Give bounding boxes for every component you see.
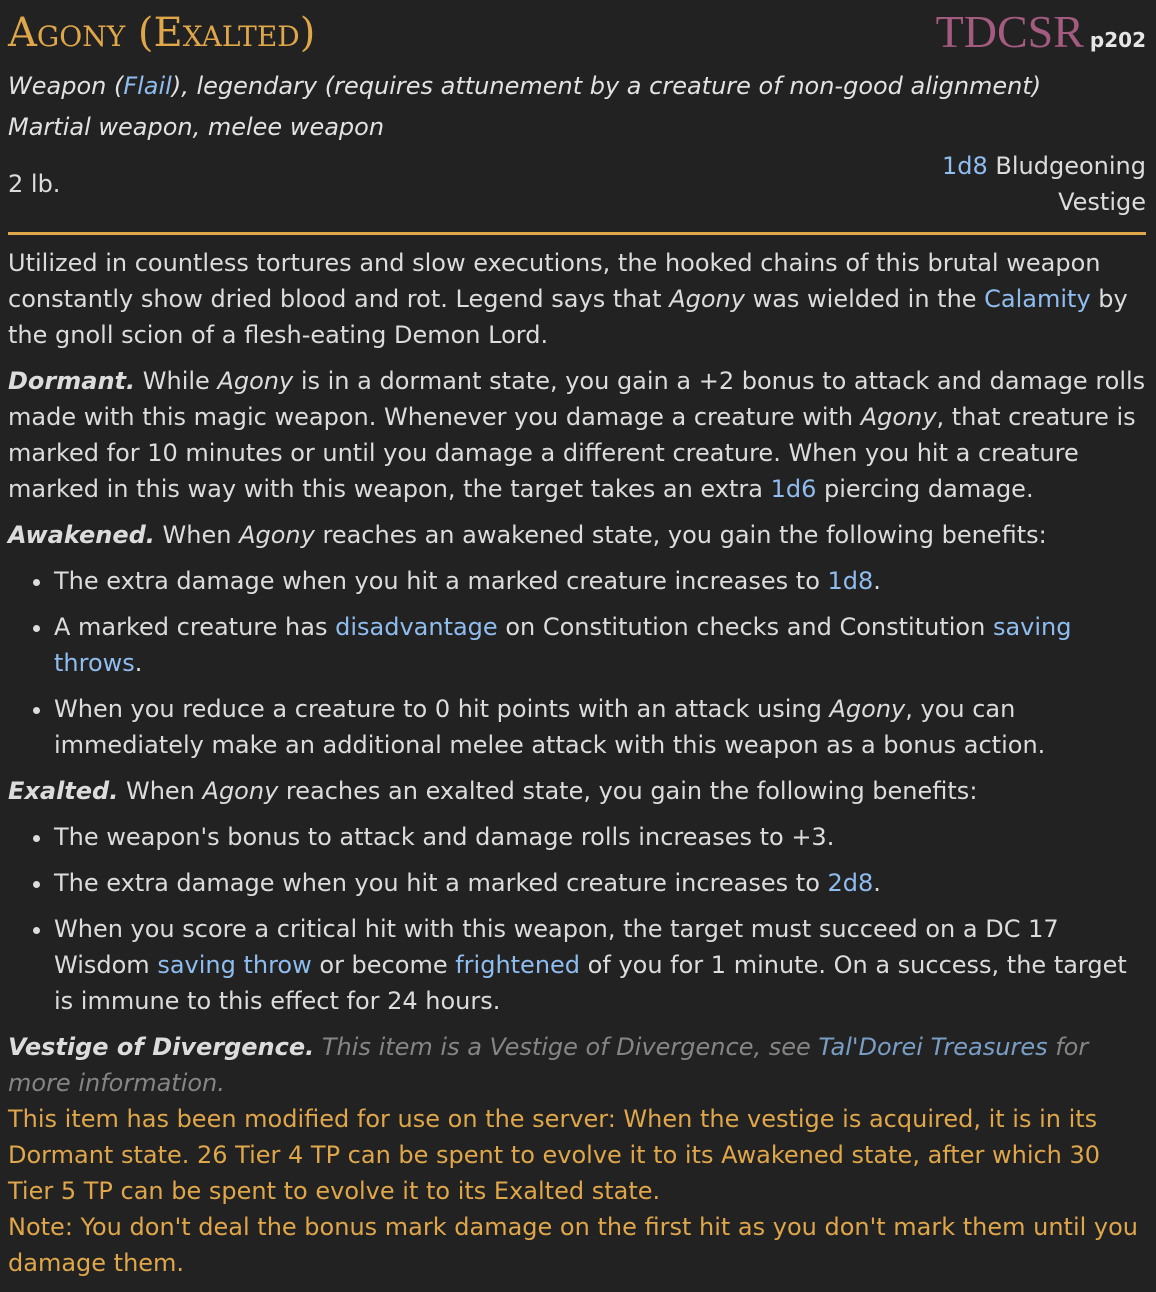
item-property: Vestige bbox=[1058, 188, 1146, 216]
exalted-heading: Exalted. bbox=[8, 777, 119, 805]
flail-link[interactable]: Flail bbox=[123, 72, 172, 100]
dice-1d6-link[interactable]: 1d6 bbox=[771, 475, 817, 503]
list-item: The extra damage when you hit a marked c… bbox=[54, 865, 1146, 901]
awakened-heading: Awakened. bbox=[8, 521, 155, 549]
frightened-link[interactable]: frightened bbox=[455, 951, 580, 979]
rarity-text: ), legendary (requires attunement by a c… bbox=[171, 72, 1042, 100]
type-text: Weapon ( bbox=[8, 72, 124, 100]
intro-paragraph: Utilized in countless tortures and slow … bbox=[8, 249, 1128, 349]
list-item: The weapon's bonus to attack and damage … bbox=[54, 819, 1146, 855]
item-category-line: Martial weapon, melee weapon bbox=[8, 113, 385, 141]
dice-1d8-link[interactable]: 1d8 bbox=[828, 567, 874, 595]
list-item: A marked creature has disadvantage on Co… bbox=[54, 609, 1146, 681]
awakened-benefits-list: The extra damage when you hit a marked c… bbox=[8, 563, 1146, 763]
damage-line: 1d8 Bludgeoning bbox=[942, 148, 1146, 184]
saving-throw-link[interactable]: saving throw bbox=[157, 951, 311, 979]
damage-type: Bludgeoning bbox=[995, 152, 1146, 180]
item-header: Agony (Exalted) TDCSR p202 bbox=[8, 4, 1146, 66]
source-page: p202 bbox=[1089, 28, 1146, 52]
list-item: When you reduce a creature to 0 hit poin… bbox=[54, 691, 1146, 763]
awakened-paragraph: Awakened. When Agony reaches an awakened… bbox=[8, 521, 1047, 549]
dormant-heading: Dormant. bbox=[8, 367, 136, 395]
item-title: Agony (Exalted) bbox=[8, 10, 316, 56]
item-stats: 2 lb. 1d8 Bludgeoning Vestige bbox=[8, 148, 1146, 220]
item-weight: 2 lb. bbox=[8, 170, 61, 198]
list-item: When you score a critical hit with this … bbox=[54, 911, 1146, 1019]
exalted-paragraph: Exalted. When Agony reaches an exalted s… bbox=[8, 777, 978, 805]
item-damage-block: 1d8 Bludgeoning Vestige bbox=[942, 148, 1146, 220]
list-item: The extra damage when you hit a marked c… bbox=[54, 563, 1146, 599]
header-divider bbox=[8, 232, 1146, 235]
mark-damage-note: Note: You don't deal the bonus mark dama… bbox=[8, 1213, 1139, 1277]
calamity-link[interactable]: Calamity bbox=[984, 285, 1091, 313]
exalted-benefits-list: The weapon's bonus to attack and damage … bbox=[8, 819, 1146, 1019]
source-name[interactable]: TDCSR bbox=[936, 4, 1084, 60]
damage-dice-link[interactable]: 1d8 bbox=[942, 152, 988, 180]
taldorei-treasures-link[interactable]: Tal'Dorei Treasures bbox=[818, 1033, 1047, 1061]
vestige-heading: Vestige of Divergence. bbox=[8, 1033, 315, 1061]
disadvantage-link[interactable]: disadvantage bbox=[335, 613, 498, 641]
vestige-paragraph: Vestige of Divergence. This item is a Ve… bbox=[8, 1033, 1089, 1097]
source-reference[interactable]: TDCSR p202 bbox=[936, 4, 1146, 60]
server-modification-note: This item has been modified for use on t… bbox=[8, 1105, 1101, 1205]
dice-2d8-link[interactable]: 2d8 bbox=[828, 869, 874, 897]
item-type-line: Weapon (Flail), legendary (requires attu… bbox=[8, 66, 1146, 107]
dormant-paragraph: Dormant. While Agony is in a dormant sta… bbox=[8, 367, 1146, 503]
item-card: Agony (Exalted) TDCSR p202 Weapon (Flail… bbox=[0, 0, 1156, 1281]
